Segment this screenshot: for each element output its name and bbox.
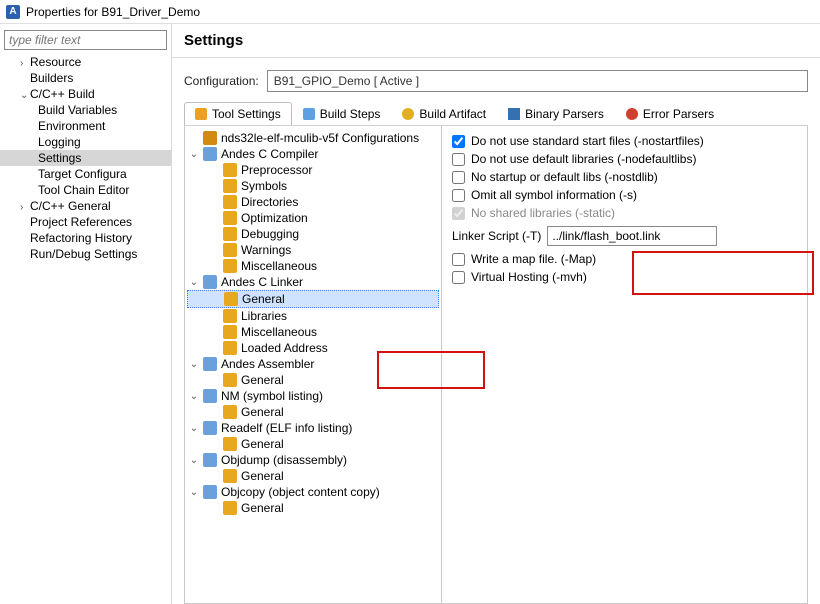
nav-ccbuild[interactable]: ⌄C/C++ Build: [0, 86, 171, 102]
left-nav: ›Resource Builders ⌄C/C++ Build Build Va…: [0, 24, 172, 604]
wrench-icon: [195, 108, 207, 120]
app-icon: A: [6, 5, 20, 19]
tree-linker-general[interactable]: General: [187, 290, 439, 308]
leaf-icon: [223, 437, 237, 451]
compiler-icon: [203, 147, 217, 161]
config-label: Configuration:: [184, 74, 259, 88]
tab-binary-parsers[interactable]: Binary Parsers: [497, 102, 615, 125]
leaf-icon: [224, 292, 238, 306]
leaf-icon: [223, 309, 237, 323]
nav-projrefs[interactable]: Project References: [0, 214, 171, 230]
tree-linker-misc[interactable]: Miscellaneous: [187, 324, 439, 340]
tree-preproc[interactable]: Preprocessor: [187, 162, 439, 178]
tree-opt[interactable]: Optimization: [187, 210, 439, 226]
tree-configurations[interactable]: nds32le-elf-mculib-v5f Configurations: [187, 130, 439, 146]
objcopy-icon: [203, 485, 217, 499]
nav-buildvars[interactable]: Build Variables: [0, 102, 171, 118]
leaf-icon: [223, 405, 237, 419]
lbl-omit: Omit all symbol information (-s): [471, 188, 637, 202]
tree-asm[interactable]: ⌄Andes Assembler: [187, 356, 439, 372]
leaf-icon: [223, 163, 237, 177]
settings-icon: [203, 131, 217, 145]
leaf-icon: [223, 179, 237, 193]
tree-dirs[interactable]: Directories: [187, 194, 439, 210]
leaf-icon: [223, 341, 237, 355]
tree-readelf-general[interactable]: General: [187, 436, 439, 452]
chk-nodefaultlibs[interactable]: [452, 153, 465, 166]
steps-icon: [303, 108, 315, 120]
leaf-icon: [223, 325, 237, 339]
chk-omit[interactable]: [452, 189, 465, 202]
nav-refactor[interactable]: Refactoring History: [0, 230, 171, 246]
tree-readelf[interactable]: ⌄Readelf (ELF info listing): [187, 420, 439, 436]
nav-settings[interactable]: Settings: [0, 150, 171, 166]
tree-linker-loaded[interactable]: Loaded Address: [187, 340, 439, 356]
tab-error-parsers[interactable]: Error Parsers: [615, 102, 725, 125]
lbl-static: No shared libraries (-static): [471, 206, 615, 220]
leaf-icon: [223, 211, 237, 225]
chk-static: [452, 207, 465, 220]
config-combo[interactable]: B91_GPIO_Demo [ Active ]: [267, 70, 808, 92]
leaf-icon: [223, 373, 237, 387]
leaf-icon: [223, 501, 237, 515]
leaf-icon: [223, 469, 237, 483]
tree-objdump-general[interactable]: General: [187, 468, 439, 484]
chk-mvh[interactable]: [452, 271, 465, 284]
objdump-icon: [203, 453, 217, 467]
tree-symbols[interactable]: Symbols: [187, 178, 439, 194]
binary-icon: [508, 108, 520, 120]
tab-build-artifact[interactable]: Build Artifact: [391, 102, 497, 125]
tree-objcopy-general[interactable]: General: [187, 500, 439, 516]
lbl-map: Write a map file. (-Map): [471, 252, 596, 266]
tree-misc[interactable]: Miscellaneous: [187, 258, 439, 274]
leaf-icon: [223, 259, 237, 273]
chk-map[interactable]: [452, 253, 465, 266]
tab-build-steps[interactable]: Build Steps: [292, 102, 392, 125]
nav-rundebug[interactable]: Run/Debug Settings: [0, 246, 171, 262]
tree-nm-general[interactable]: General: [187, 404, 439, 420]
lbl-nostdlib: No startup or default libs (-nostdlib): [471, 170, 658, 184]
artifact-icon: [402, 108, 414, 120]
nav-targetcfg[interactable]: Target Configura: [0, 166, 171, 182]
leaf-icon: [223, 227, 237, 241]
nav-resource[interactable]: ›Resource: [0, 54, 171, 70]
tool-options: Do not use standard start files (-nostar…: [442, 126, 808, 604]
tree-objcopy[interactable]: ⌄Objcopy (object content copy): [187, 484, 439, 500]
asm-icon: [203, 357, 217, 371]
tree-warn[interactable]: Warnings: [187, 242, 439, 258]
nm-icon: [203, 389, 217, 403]
settings-heading: Settings: [172, 24, 820, 58]
tab-tool-settings[interactable]: Tool Settings: [184, 102, 292, 125]
tabs: Tool Settings Build Steps Build Artifact…: [184, 102, 808, 126]
nav-ccgeneral[interactable]: ›C/C++ General: [0, 198, 171, 214]
nav-toolchain[interactable]: Tool Chain Editor: [0, 182, 171, 198]
nav-environment[interactable]: Environment: [0, 118, 171, 134]
lbl-nostartfiles: Do not use standard start files (-nostar…: [471, 134, 704, 148]
tree-debug[interactable]: Debugging: [187, 226, 439, 242]
nav-builders[interactable]: Builders: [0, 70, 171, 86]
leaf-icon: [223, 195, 237, 209]
error-icon: [626, 108, 638, 120]
tree-compiler[interactable]: ⌄Andes C Compiler: [187, 146, 439, 162]
tree-nm[interactable]: ⌄NM (symbol listing): [187, 388, 439, 404]
lbl-nodefaultlibs: Do not use default libraries (-nodefault…: [471, 152, 696, 166]
leaf-icon: [223, 243, 237, 257]
filter-input[interactable]: [4, 30, 167, 50]
readelf-icon: [203, 421, 217, 435]
tool-tree: nds32le-elf-mculib-v5f Configurations ⌄A…: [184, 126, 442, 604]
lbl-linker-script: Linker Script (-T): [452, 229, 541, 243]
linker-icon: [203, 275, 217, 289]
tree-linker[interactable]: ⌄Andes C Linker: [187, 274, 439, 290]
nav-logging[interactable]: Logging: [0, 134, 171, 150]
chk-nostdlib[interactable]: [452, 171, 465, 184]
tree-objdump[interactable]: ⌄Objdump (disassembly): [187, 452, 439, 468]
tree-asm-general[interactable]: General: [187, 372, 439, 388]
tree-linker-libraries[interactable]: Libraries: [187, 308, 439, 324]
window-title: Properties for B91_Driver_Demo: [26, 5, 200, 19]
chk-nostartfiles[interactable]: [452, 135, 465, 148]
lbl-mvh: Virtual Hosting (-mvh): [471, 270, 587, 284]
input-linker-script[interactable]: [547, 226, 717, 246]
